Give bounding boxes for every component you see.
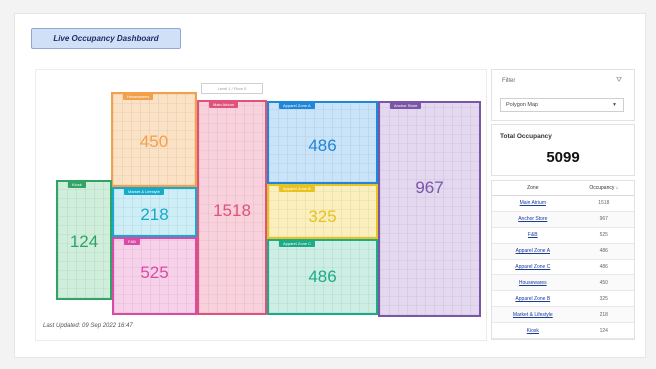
total-occupancy-card: Total Occupancy 5099 bbox=[491, 124, 635, 176]
zone-anchor-store[interactable]: Anchor Store 967 bbox=[378, 101, 481, 317]
occupancy-cell: 1518 bbox=[573, 195, 634, 212]
table-row: Apparel Zone A 486 bbox=[492, 243, 634, 260]
table-row: Apparel Zone B 325 bbox=[492, 290, 634, 308]
zone-link[interactable]: Anchor Store bbox=[492, 211, 574, 228]
table-row: Kiosk 124 bbox=[492, 322, 634, 340]
table-row: Main Atrium 1518 bbox=[492, 195, 634, 212]
occupancy-cell: 218 bbox=[573, 306, 634, 324]
zone-tag: F&B bbox=[124, 238, 140, 245]
zone-fnb[interactable]: F&B 525 bbox=[112, 237, 197, 315]
filter-icon[interactable]: ⛛ bbox=[616, 77, 622, 85]
column-header-occupancy[interactable]: Occupancy ↓ bbox=[573, 181, 634, 196]
zone-tag: Housewares bbox=[123, 93, 154, 100]
zone-value: 486 bbox=[308, 267, 337, 286]
zone-link[interactable]: Main Atrium bbox=[492, 195, 574, 212]
dashboard-title-button[interactable]: Live Occupancy Dashboard bbox=[31, 28, 181, 49]
map-type-select[interactable]: Polygon Map ▼ bbox=[500, 98, 624, 112]
floor-map: Level 1 / Floor 0 Housewares 450 Main At… bbox=[35, 69, 487, 341]
occupancy-cell: 967 bbox=[573, 211, 634, 228]
occupancy-cell: 124 bbox=[573, 322, 634, 340]
zone-value: 325 bbox=[308, 207, 337, 226]
zone-link[interactable]: Apparel Zone A bbox=[492, 243, 574, 260]
zone-value: 124 bbox=[69, 232, 99, 251]
table-row: Apparel Zone C 486 bbox=[492, 259, 634, 276]
last-updated-text: Last Updated: 09 Sep 2022 16:47 bbox=[43, 323, 133, 329]
zone-link[interactable]: Kiosk bbox=[492, 322, 574, 340]
occupancy-table: Zone Occupancy ↓ Main Atrium 1518 Anchor … bbox=[492, 181, 634, 340]
zone-value: 1518 bbox=[213, 201, 251, 220]
table-row: Housewares 450 bbox=[492, 274, 634, 292]
zone-apparel-a[interactable]: Apparel Zone A 486 bbox=[267, 101, 378, 184]
zone-link[interactable]: Apparel Zone C bbox=[492, 259, 574, 276]
zone-value: 967 bbox=[415, 178, 444, 197]
floor-tag: Level 1 / Floor 0 bbox=[201, 83, 263, 94]
occupancy-cell: 486 bbox=[573, 243, 634, 260]
zone-value: 218 bbox=[140, 205, 169, 224]
filter-label: Filter bbox=[502, 78, 516, 84]
zone-value: 450 bbox=[139, 132, 169, 151]
total-occupancy-label: Total Occupancy bbox=[500, 133, 552, 140]
zone-main-atrium[interactable]: Main Atrium 1518 bbox=[197, 100, 267, 315]
zone-link[interactable]: Market & Lifestyle bbox=[492, 306, 574, 324]
zone-kiosk[interactable]: Kiosk 124 bbox=[56, 180, 112, 300]
zone-value: 525 bbox=[140, 263, 169, 282]
zone-tag: Main Atrium bbox=[209, 101, 239, 108]
zone-tag: Market & Lifestyle bbox=[124, 188, 164, 195]
zone-tag: Anchor Store bbox=[390, 102, 422, 109]
table-row: F&B 525 bbox=[492, 227, 634, 244]
zone-link[interactable]: Housewares bbox=[492, 274, 574, 292]
total-occupancy-value: 5099 bbox=[546, 149, 580, 166]
zone-value: 486 bbox=[308, 136, 337, 155]
zone-market-lifestyle[interactable]: Market & Lifestyle 218 bbox=[112, 187, 197, 237]
occupancy-cell: 450 bbox=[573, 274, 634, 292]
zone-tag: Kiosk bbox=[68, 181, 86, 188]
zone-tag: Apparel Zone A bbox=[279, 102, 315, 109]
zone-apparel-b[interactable]: Apparel Zone B 325 bbox=[267, 184, 378, 239]
table-row: Market & Lifestyle 218 bbox=[492, 306, 634, 324]
occupancy-cell: 486 bbox=[573, 259, 634, 276]
occupancy-cell: 525 bbox=[573, 227, 634, 244]
column-header-zone[interactable]: Zone bbox=[492, 181, 574, 196]
occupancy-table-card: Zone Occupancy ↓ Main Atrium 1518 Anchor … bbox=[491, 180, 635, 340]
zone-tag: Apparel Zone C bbox=[279, 240, 316, 247]
zone-housewares[interactable]: Housewares 450 bbox=[111, 92, 197, 187]
filter-card: Filter ⛛ Polygon Map ▼ bbox=[491, 69, 635, 121]
table-row: Anchor Store 967 bbox=[492, 211, 634, 228]
zone-link[interactable]: Apparel Zone B bbox=[492, 290, 574, 308]
zone-tag: Apparel Zone B bbox=[279, 185, 315, 192]
zone-apparel-c[interactable]: Apparel Zone C 486 bbox=[267, 239, 378, 315]
zone-link[interactable]: F&B bbox=[492, 227, 574, 244]
chevron-down-icon: ▼ bbox=[612, 102, 617, 108]
occupancy-cell: 325 bbox=[573, 290, 634, 308]
map-type-value: Polygon Map bbox=[506, 102, 539, 108]
